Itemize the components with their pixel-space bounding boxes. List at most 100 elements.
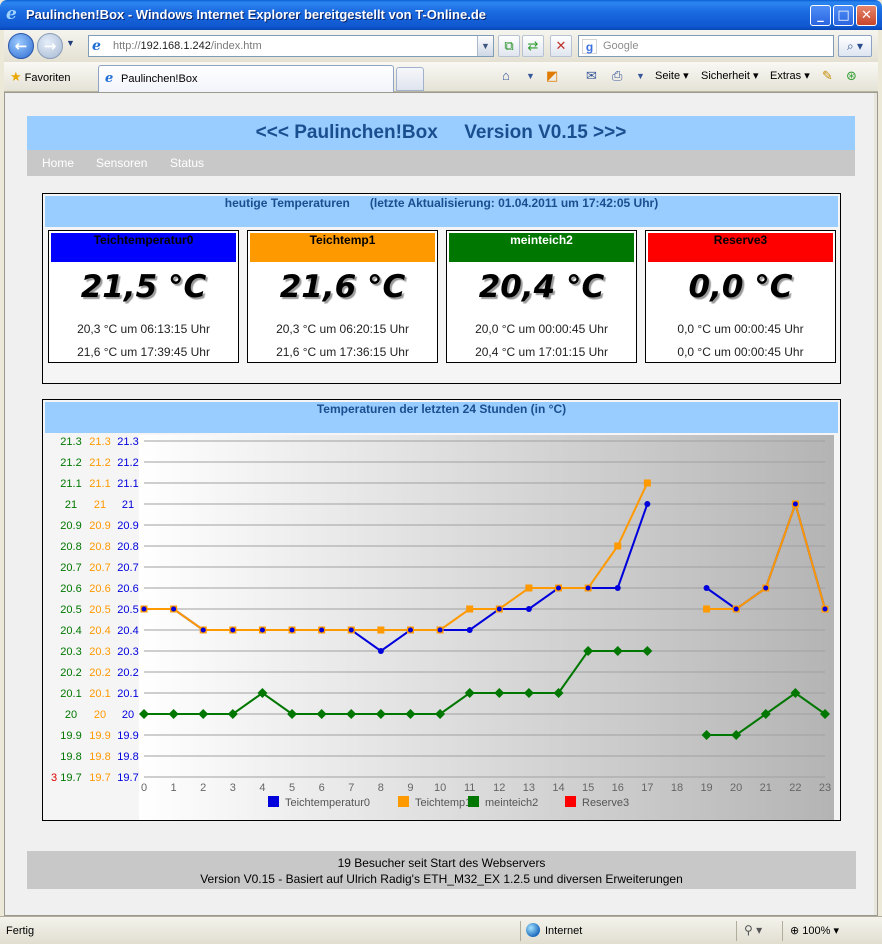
- data-point: [289, 627, 295, 633]
- data-point: [792, 501, 798, 507]
- tab-paulinchen[interactable]: e Paulinchen!Box: [98, 65, 394, 92]
- menu-sensoren[interactable]: Sensoren: [96, 156, 147, 170]
- data-point: [822, 606, 828, 612]
- temperatures-panel: heutige Temperaturen (letzte Aktualisier…: [42, 193, 841, 384]
- stop-icon[interactable]: ✕: [550, 35, 572, 57]
- close-button[interactable]: ✕: [856, 5, 877, 26]
- data-point: [319, 627, 325, 633]
- new-tab-button[interactable]: [396, 67, 424, 91]
- x-tick-label: 9: [407, 782, 413, 794]
- favorites-button[interactable]: ★ Favoriten: [10, 69, 71, 85]
- maximize-button[interactable]: □: [833, 5, 854, 26]
- home-icon[interactable]: ⌂: [502, 68, 510, 83]
- data-point: [643, 479, 651, 487]
- addon-icon[interactable]: ⊛: [846, 68, 857, 84]
- data-point: [467, 627, 473, 633]
- scrollbar[interactable]: [874, 93, 877, 915]
- menu-home[interactable]: Home: [42, 156, 74, 170]
- data-point: [141, 606, 147, 612]
- data-point: [703, 605, 711, 613]
- data-point: [496, 606, 502, 612]
- y-tick-label: 20.4: [60, 625, 81, 637]
- home-dropdown-icon[interactable]: ▼: [526, 71, 535, 81]
- refresh-icon[interactable]: ⇄: [522, 35, 544, 57]
- page-viewport: <<< Paulinchen!Box Version V0.15 >>> Hom…: [4, 92, 878, 916]
- minimize-button[interactable]: _: [810, 5, 831, 26]
- sensor-card: Reserve3 0,0 °C 0,0 °C um 00:00:45 Uhr 0…: [645, 230, 836, 363]
- address-url[interactable]: http://192.168.1.242/index.htm: [113, 40, 262, 52]
- protected-mode-icon[interactable]: ⚲ ▾: [744, 923, 762, 937]
- back-button[interactable]: ←: [8, 33, 34, 59]
- x-tick-label: 16: [612, 782, 624, 794]
- y-tick-label: 19.7: [60, 772, 81, 784]
- x-tick-label: 1: [171, 782, 177, 794]
- print-icon[interactable]: ⎙: [612, 68, 622, 84]
- sensor-value: 21,5 °C: [80, 269, 207, 305]
- sensor-min: 20,0 °C um 00:00:45 Uhr: [475, 322, 608, 336]
- address-bar[interactable]: e http://192.168.1.242/index.htm ▼: [88, 35, 494, 57]
- search-box[interactable]: g Google: [578, 35, 834, 57]
- extras-menu[interactable]: Extras ▾: [770, 69, 810, 82]
- x-tick-label: 22: [789, 782, 801, 794]
- y-tick-label: 19.8: [89, 751, 110, 763]
- history-dropdown-icon[interactable]: ▼: [66, 38, 75, 48]
- y-tick-label: 21: [122, 499, 134, 511]
- research-icon[interactable]: ✎: [822, 68, 833, 84]
- chart-panel: Temperaturen der letzten 24 Stunden (in …: [42, 399, 841, 821]
- forward-button[interactable]: →: [37, 33, 63, 59]
- y-tick-label: 21.3: [117, 436, 138, 448]
- y-tick-label: 19.8: [117, 751, 138, 763]
- data-point: [704, 585, 710, 591]
- y-tick-label: 21.2: [117, 457, 138, 469]
- y-tick-label: 19.7: [89, 772, 110, 784]
- sensor-max: 20,4 °C um 17:01:15 Uhr: [475, 345, 608, 359]
- sensor-min: 20,3 °C um 06:20:15 Uhr: [276, 322, 409, 336]
- page-menu[interactable]: Seite ▾: [655, 69, 689, 82]
- y-tick-label: 21.3: [89, 436, 110, 448]
- legend-swatch: [268, 796, 279, 807]
- y-tick-label: 19.8: [60, 751, 81, 763]
- security-menu[interactable]: Sicherheit ▾: [701, 69, 759, 82]
- temperatures-title: heutige Temperaturen (letzte Aktualisier…: [45, 196, 838, 227]
- compatibility-view-icon[interactable]: ⧉: [498, 35, 520, 57]
- x-tick-label: 5: [289, 782, 295, 794]
- page-footer: 19 Besucher seit Start des Webservers Ve…: [27, 851, 856, 889]
- status-separator: [782, 921, 783, 941]
- x-tick-label: 2: [200, 782, 206, 794]
- x-tick-label: 13: [523, 782, 535, 794]
- x-tick-label: 19: [700, 782, 712, 794]
- y-tick-label: 20.5: [60, 604, 81, 616]
- status-bar: Fertig Internet ⚲ ▾ ⊕ 100% ▾: [0, 916, 882, 944]
- y-tick-label: 20.6: [60, 583, 81, 595]
- window-title: Paulinchen!Box - Windows Internet Explor…: [26, 7, 487, 22]
- y-tick-label: 21.1: [89, 478, 110, 490]
- address-dropdown-icon[interactable]: ▼: [477, 36, 493, 56]
- window-titlebar[interactable]: e Paulinchen!Box - Windows Internet Expl…: [0, 0, 882, 30]
- y-tick-label: 20.7: [60, 562, 81, 574]
- sensor-card: Teichtemp1 21,6 °C 20,3 °C um 06:20:15 U…: [247, 230, 438, 363]
- y-tick-label: 20.9: [117, 520, 138, 532]
- y-tick-label: 20.8: [89, 541, 110, 553]
- legend-swatch: [398, 796, 409, 807]
- page-header: <<< Paulinchen!Box Version V0.15 >>>: [27, 116, 855, 150]
- legend-label: Reserve3: [582, 797, 629, 809]
- legend-label: Teichtemp1: [415, 797, 471, 809]
- mail-icon[interactable]: ✉: [586, 68, 597, 84]
- data-point: [763, 585, 769, 591]
- menu-status[interactable]: Status: [170, 156, 204, 170]
- y-tick-label: 20.3: [89, 646, 110, 658]
- x-tick-label: 18: [671, 782, 683, 794]
- y-tick-label: 21.1: [117, 478, 138, 490]
- zoom-control[interactable]: ⊕ 100% ▾: [790, 924, 839, 937]
- security-zone[interactable]: Internet: [526, 923, 582, 937]
- print-dropdown-icon[interactable]: ▼: [636, 71, 645, 81]
- x-tick-label: 23: [819, 782, 831, 794]
- search-go-icon[interactable]: ⌕ ▾: [838, 35, 872, 57]
- x-tick-label: 3: [230, 782, 236, 794]
- data-point: [525, 584, 533, 592]
- x-tick-label: 21: [760, 782, 772, 794]
- y-tick-label: 19.9: [89, 730, 110, 742]
- rss-feed-icon[interactable]: ◩: [546, 68, 558, 84]
- data-point: [348, 627, 354, 633]
- status-text: Fertig: [6, 925, 35, 937]
